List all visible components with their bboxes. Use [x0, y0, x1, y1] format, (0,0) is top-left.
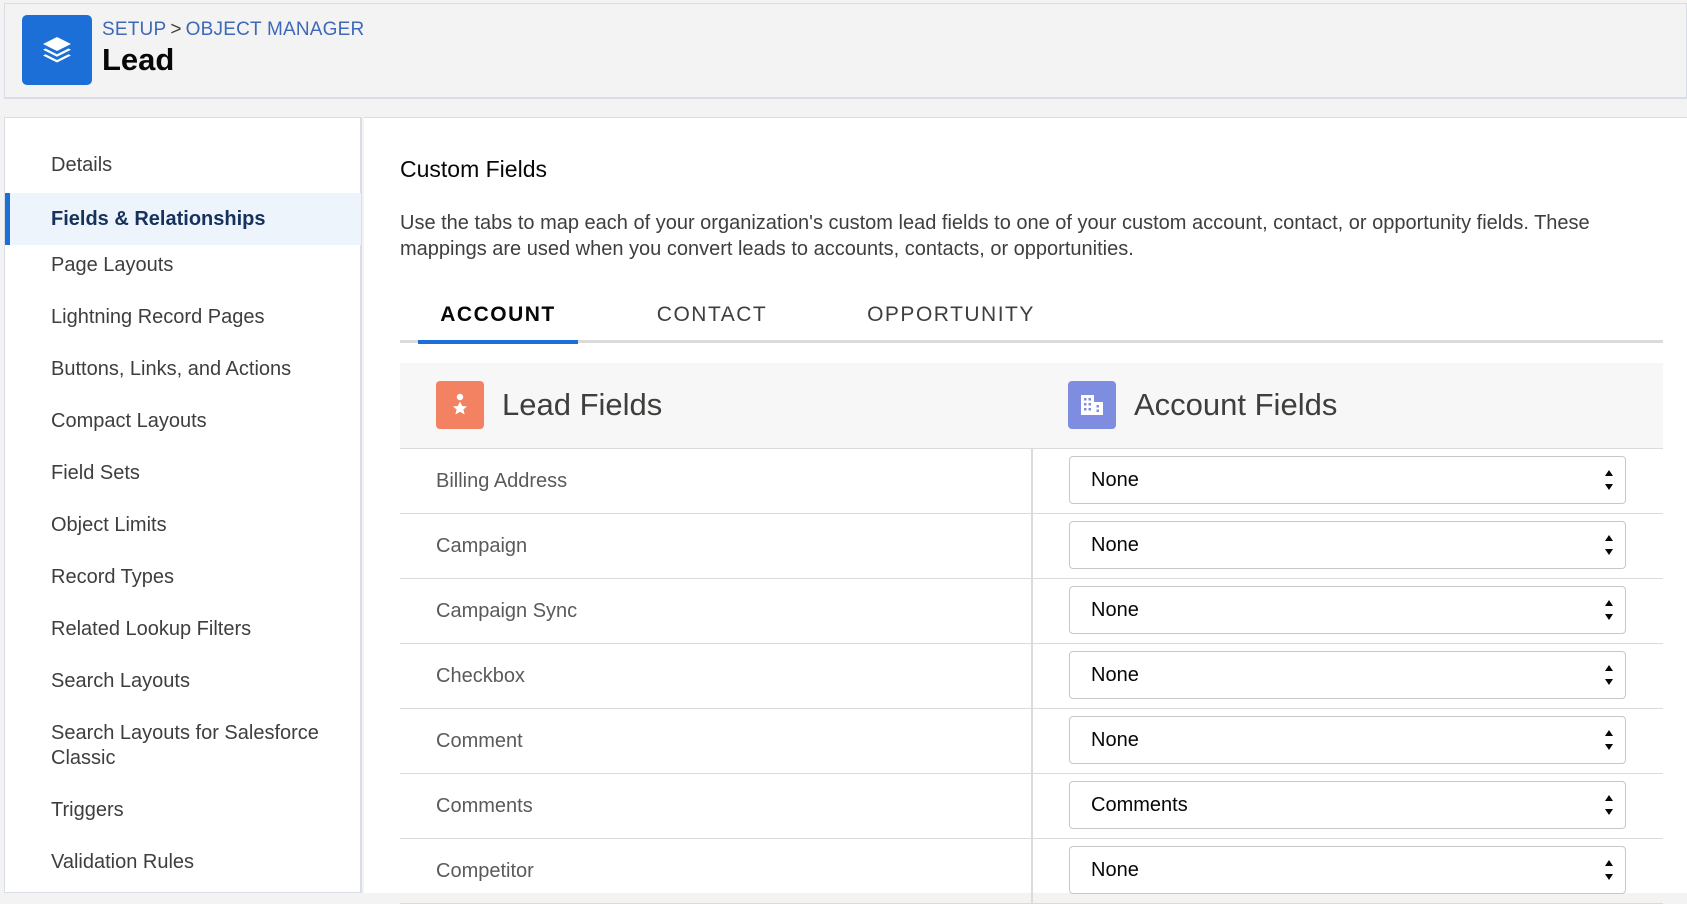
select-value: Comments — [1091, 794, 1188, 816]
tab-contact[interactable]: CONTACT — [652, 300, 772, 343]
sidebar-item-search-layouts[interactable]: Search Layouts — [5, 669, 361, 694]
table-row: Billing Address None — [400, 449, 1663, 514]
lead-field-name: Campaign — [436, 535, 528, 557]
select-arrows-icon — [1605, 860, 1613, 880]
account-field-select[interactable]: None — [1069, 716, 1626, 764]
select-value: None — [1091, 729, 1139, 751]
select-arrows-icon — [1605, 600, 1613, 620]
sidebar-item-fields-relationships[interactable]: Fields & Relationships — [5, 193, 361, 245]
sidebar-item-related-lookup-filters[interactable]: Related Lookup Filters — [5, 617, 361, 642]
sidebar-item-triggers[interactable]: Triggers — [5, 798, 361, 823]
tab-opportunity[interactable]: OPPORTUNITY — [862, 300, 1040, 343]
breadcrumb-setup-link[interactable]: SETUP — [102, 19, 166, 40]
mapping-tabs: ACCOUNT CONTACT OPPORTUNITY — [400, 300, 1663, 344]
table-row: Checkbox None — [400, 644, 1663, 709]
sidebar-item-page-layouts[interactable]: Page Layouts — [5, 253, 361, 278]
account-field-select[interactable]: None — [1069, 521, 1626, 569]
sidebar-item-details[interactable]: Details — [5, 153, 361, 178]
table-header: Lead Fields Account Fields — [400, 363, 1663, 449]
sidebar-item-record-types[interactable]: Record Types — [5, 565, 361, 590]
page-title: Lead — [102, 42, 175, 77]
sidebar-item-buttons-links-actions[interactable]: Buttons, Links, and Actions — [5, 357, 361, 382]
account-field-select[interactable]: None — [1069, 456, 1626, 504]
lead-star-icon — [436, 381, 484, 429]
breadcrumb-separator: > — [170, 19, 182, 40]
select-arrows-icon — [1605, 665, 1613, 685]
breadcrumb: SETUP > OBJECT MANAGER — [102, 19, 364, 41]
table-row: Campaign Sync None — [400, 579, 1663, 644]
table-row: Competitor None — [400, 839, 1663, 904]
select-arrows-icon — [1605, 535, 1613, 555]
tab-account[interactable]: ACCOUNT — [418, 300, 578, 344]
page-header: SETUP > OBJECT MANAGER Lead — [4, 3, 1687, 99]
section-title: Custom Fields — [400, 156, 547, 182]
lead-fields-label: Lead Fields — [502, 387, 663, 422]
account-field-select[interactable]: None — [1069, 651, 1626, 699]
field-mapping-table: Lead Fields Account Fields Billing Addre… — [400, 363, 1663, 904]
select-arrows-icon — [1605, 470, 1613, 490]
account-field-select[interactable]: None — [1069, 846, 1626, 894]
main-panel: Custom Fields Use the tabs to map each o… — [364, 117, 1687, 904]
breadcrumb-object-manager-link[interactable]: OBJECT MANAGER — [186, 19, 365, 40]
select-arrows-icon — [1605, 730, 1613, 750]
table-row: Campaign None — [400, 514, 1663, 579]
select-value: None — [1091, 859, 1139, 881]
lead-fields-header: Lead Fields — [436, 381, 662, 429]
lead-field-name: Comments — [436, 795, 533, 817]
sidebar-item-search-layouts-classic[interactable]: Search Layouts for Salesforce Classic — [5, 721, 335, 771]
table-row: Comment None — [400, 709, 1663, 774]
sidebar-item-field-sets[interactable]: Field Sets — [5, 461, 361, 486]
lead-field-name: Competitor — [436, 860, 534, 882]
select-value: None — [1091, 469, 1139, 491]
account-fields-label: Account Fields — [1134, 387, 1338, 422]
sidebar-item-compact-layouts[interactable]: Compact Layouts — [5, 409, 361, 434]
lead-field-name: Checkbox — [436, 665, 525, 687]
select-value: None — [1091, 599, 1139, 621]
select-value: None — [1091, 664, 1139, 686]
sidebar-item-validation-rules[interactable]: Validation Rules — [5, 850, 361, 875]
account-field-select[interactable]: None — [1069, 586, 1626, 634]
section-description: Use the tabs to map each of your organiz… — [400, 212, 1590, 260]
sidebar-item-lightning-record-pages[interactable]: Lightning Record Pages — [5, 305, 361, 330]
sidebar-nav: Details Fields & Relationships Page Layo… — [4, 117, 362, 893]
select-arrows-icon — [1605, 795, 1613, 815]
lead-field-name: Comment — [436, 730, 523, 752]
lead-field-name: Billing Address — [436, 470, 568, 492]
select-value: None — [1091, 534, 1139, 556]
account-building-icon — [1068, 381, 1116, 429]
sidebar-item-object-limits[interactable]: Object Limits — [5, 513, 361, 538]
table-row: Comments Comments — [400, 774, 1663, 839]
account-field-select[interactable]: Comments — [1069, 781, 1626, 829]
lead-field-name: Campaign Sync — [436, 600, 578, 622]
object-manager-layers-icon — [22, 15, 92, 85]
account-fields-header: Account Fields — [1068, 381, 1337, 429]
